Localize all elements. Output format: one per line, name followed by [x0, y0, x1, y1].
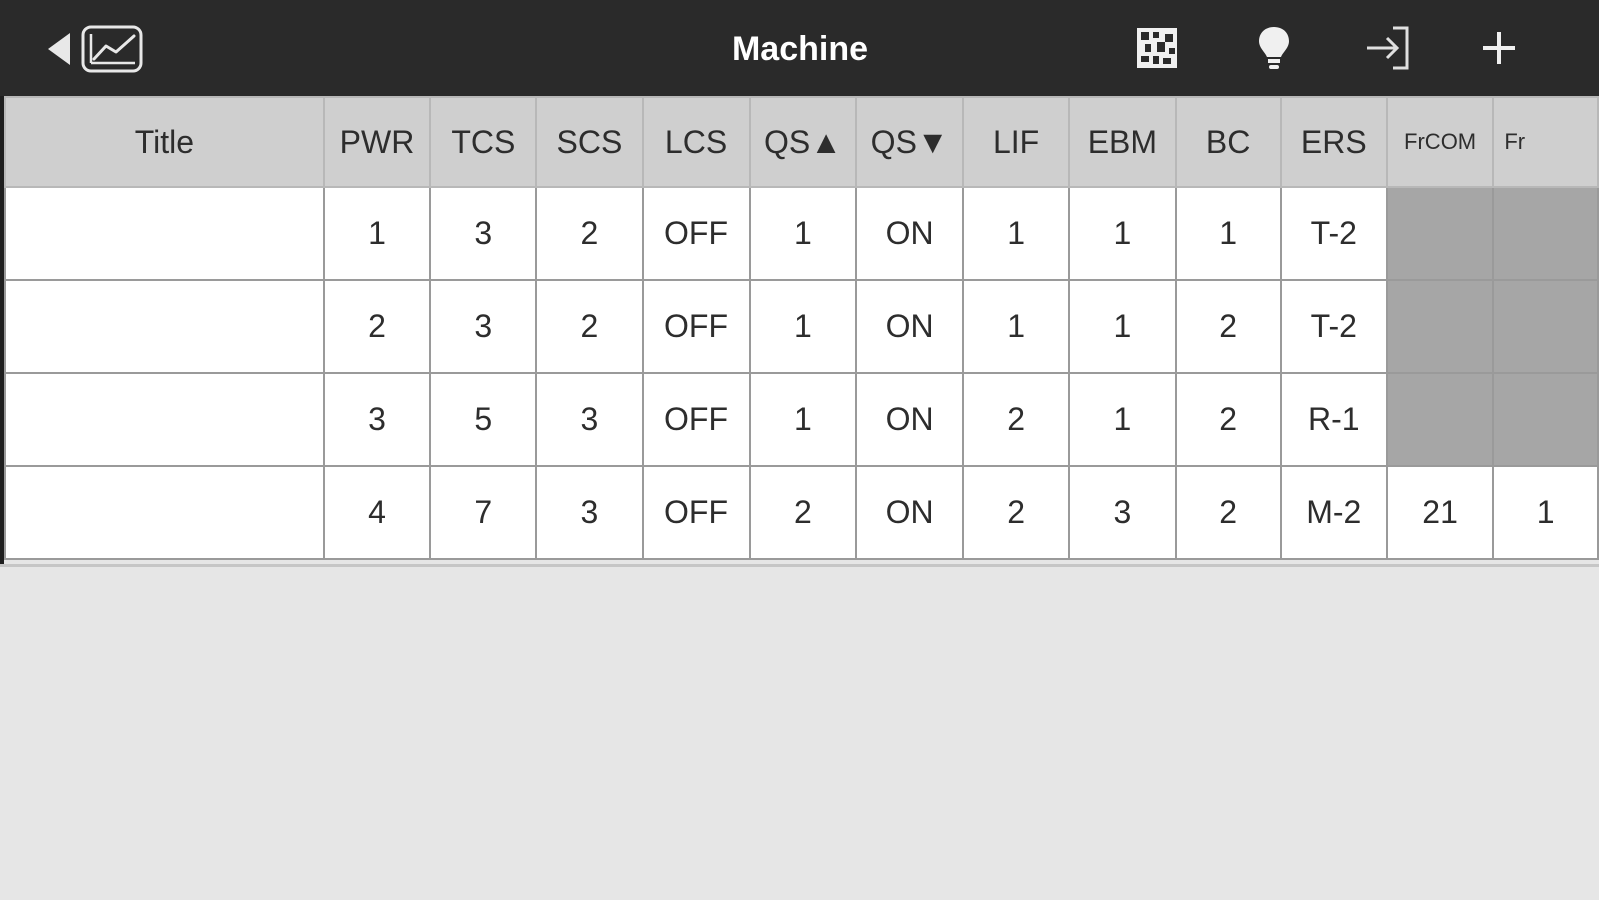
table-row[interactable]: 3 5 3 OFF 1 ON 2 1 2 R-1: [4, 372, 1599, 467]
cell-pwr[interactable]: 4: [322, 465, 432, 560]
cell-qs-up[interactable]: 1: [748, 279, 858, 374]
cell-tcs[interactable]: 5: [429, 372, 538, 467]
grid-pattern-button[interactable]: [1131, 22, 1183, 74]
column-header-tcs[interactable]: TCS: [429, 96, 538, 188]
cell-lif[interactable]: 2: [961, 465, 1071, 560]
page-title: Machine: [731, 30, 869, 68]
cell-ebm[interactable]: 1: [1068, 186, 1177, 281]
column-header-scs[interactable]: SCS: [535, 96, 644, 188]
cell-frcom[interactable]: [1385, 279, 1495, 374]
column-header-lcs[interactable]: LCS: [641, 96, 751, 188]
cell-title[interactable]: [4, 372, 325, 467]
cell-title[interactable]: [4, 279, 325, 374]
column-header-fr[interactable]: Fr: [1492, 96, 1599, 188]
cell-scs[interactable]: 3: [535, 372, 644, 467]
cell-scs[interactable]: 2: [535, 279, 644, 374]
machine-table-container[interactable]: Title PWR TCS SCS LCS QS▲ QS▼ LIF EBM BC…: [0, 96, 1599, 570]
cell-qs-down[interactable]: ON: [855, 465, 964, 560]
lightbulb-button[interactable]: [1248, 22, 1300, 74]
sign-in-icon: [1363, 24, 1413, 72]
add-button[interactable]: [1473, 22, 1525, 74]
sign-in-button[interactable]: [1362, 22, 1414, 74]
cell-qs-up[interactable]: 1: [748, 372, 858, 467]
cell-pwr[interactable]: 3: [322, 372, 432, 467]
cell-lif[interactable]: 1: [961, 279, 1071, 374]
table-row[interactable]: 2 3 2 OFF 1 ON 1 1 2 T-2: [4, 279, 1599, 374]
table-left-edge: [0, 96, 4, 564]
cell-lcs[interactable]: OFF: [641, 372, 751, 467]
cell-tcs[interactable]: 7: [429, 465, 538, 560]
column-header-frcom[interactable]: FrCOM: [1385, 96, 1495, 188]
column-header-title[interactable]: Title: [4, 96, 325, 188]
column-header-qs-up[interactable]: QS▲: [748, 96, 858, 188]
cell-lif[interactable]: 2: [961, 372, 1071, 467]
cell-frcom[interactable]: 21: [1385, 465, 1495, 560]
cell-ers[interactable]: R-1: [1279, 372, 1388, 467]
cell-qs-down[interactable]: ON: [855, 279, 964, 374]
cell-fr[interactable]: [1492, 279, 1599, 374]
column-header-bc[interactable]: BC: [1174, 96, 1282, 188]
cell-ebm[interactable]: 1: [1068, 279, 1177, 374]
lightbulb-icon: [1256, 24, 1292, 72]
cell-lif[interactable]: 1: [961, 186, 1071, 281]
cell-bc[interactable]: 1: [1174, 186, 1282, 281]
cell-title[interactable]: [4, 186, 325, 281]
column-header-pwr[interactable]: PWR: [322, 96, 432, 188]
cell-qs-up[interactable]: 2: [748, 465, 858, 560]
cell-qs-down[interactable]: ON: [855, 186, 964, 281]
top-bar: Machine: [0, 0, 1599, 96]
grid-pattern-icon: [1135, 26, 1179, 70]
cell-lcs[interactable]: OFF: [641, 465, 751, 560]
cell-lcs[interactable]: OFF: [641, 186, 751, 281]
cell-ebm[interactable]: 3: [1068, 465, 1177, 560]
cell-qs-down[interactable]: ON: [855, 372, 964, 467]
plus-icon: [1479, 28, 1519, 68]
cell-pwr[interactable]: 2: [322, 279, 432, 374]
cell-ers[interactable]: M-2: [1279, 465, 1388, 560]
cell-scs[interactable]: 2: [535, 186, 644, 281]
cell-bc[interactable]: 2: [1174, 465, 1282, 560]
column-header-lif[interactable]: LIF: [961, 96, 1071, 188]
cell-ebm[interactable]: 1: [1068, 372, 1177, 467]
cell-bc[interactable]: 2: [1174, 372, 1282, 467]
back-arrow-icon: [44, 29, 72, 69]
cell-qs-up[interactable]: 1: [748, 186, 858, 281]
cell-fr[interactable]: 1: [1492, 465, 1599, 560]
cell-scs[interactable]: 3: [535, 465, 644, 560]
cell-frcom[interactable]: [1385, 372, 1495, 467]
column-header-ers[interactable]: ERS: [1279, 96, 1388, 188]
column-header-ebm[interactable]: EBM: [1068, 96, 1177, 188]
cell-bc[interactable]: 2: [1174, 279, 1282, 374]
cell-ers[interactable]: T-2: [1279, 279, 1388, 374]
cell-tcs[interactable]: 3: [429, 186, 538, 281]
cell-lcs[interactable]: OFF: [641, 279, 751, 374]
cell-pwr[interactable]: 1: [322, 186, 432, 281]
machine-table: Title PWR TCS SCS LCS QS▲ QS▼ LIF EBM BC…: [4, 96, 1599, 560]
cell-tcs[interactable]: 3: [429, 279, 538, 374]
table-row[interactable]: 4 7 3 OFF 2 ON 2 3 2 M-2 21 1: [4, 465, 1599, 560]
cell-ers[interactable]: T-2: [1279, 186, 1388, 281]
table-row[interactable]: 1 3 2 OFF 1 ON 1 1 1 T-2: [4, 186, 1599, 281]
chart-icon: [80, 24, 144, 74]
table-bottom-divider: [0, 564, 1599, 567]
column-header-qs-down[interactable]: QS▼: [855, 96, 964, 188]
table-header-row: Title PWR TCS SCS LCS QS▲ QS▼ LIF EBM BC…: [4, 96, 1599, 188]
cell-title[interactable]: [4, 465, 325, 560]
cell-fr[interactable]: [1492, 186, 1599, 281]
cell-frcom[interactable]: [1385, 186, 1495, 281]
back-to-chart-button[interactable]: [44, 24, 144, 74]
cell-fr[interactable]: [1492, 372, 1599, 467]
